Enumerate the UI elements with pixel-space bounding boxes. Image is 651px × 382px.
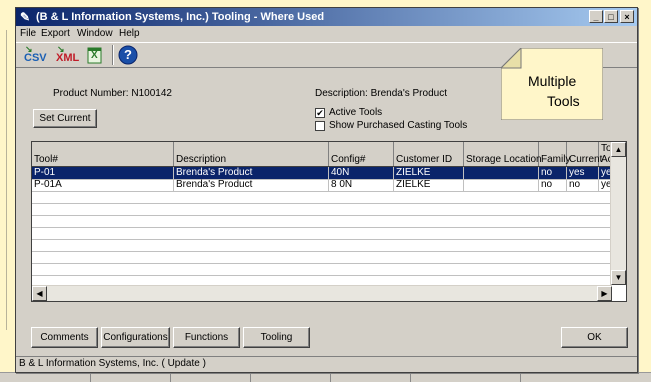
cell-current: no — [567, 179, 599, 191]
grid-body: P-01 Brenda's Product 40N ZIELKE no yes … — [32, 167, 617, 288]
ok-button[interactable]: OK — [561, 327, 628, 348]
export-csv-button[interactable]: ↘ CSV — [22, 44, 48, 65]
column-header-config[interactable]: Config# — [329, 142, 394, 166]
note-text-line2: Tools — [547, 93, 580, 109]
title-bar[interactable]: ✎ (B & L Information Systems, Inc.) Tool… — [16, 8, 637, 26]
scroll-right-icon[interactable]: ▶ — [597, 286, 612, 301]
cell-description: Brenda's Product — [174, 179, 329, 191]
export-excel-button[interactable]: X — [86, 45, 106, 65]
grid-header: Tool# Description Config# Customer ID St… — [32, 142, 626, 167]
functions-button[interactable]: Functions — [173, 327, 240, 348]
background-right-panel — [636, 0, 651, 381]
column-header-storage-location[interactable]: Storage Location — [464, 142, 542, 166]
configurations-button[interactable]: Configurations — [101, 327, 170, 348]
minimize-button[interactable]: _ — [589, 10, 603, 23]
window-title: (B & L Information Systems, Inc.) Toolin… — [36, 11, 325, 23]
menu-bar: File Export Window Help — [16, 26, 637, 41]
column-header-family[interactable]: Family — [539, 142, 570, 166]
cell-customer-id: ZIELKE — [394, 179, 464, 191]
cell-storage-location — [464, 167, 539, 179]
cell-family: no — [539, 167, 567, 179]
cell-tool: P-01 — [32, 167, 174, 179]
cell-config: 40N — [329, 167, 394, 179]
excel-label: X — [91, 50, 98, 61]
column-header-customer-id[interactable]: Customer ID — [394, 142, 464, 166]
status-text: B & L Information Systems, Inc. ( Update… — [19, 358, 206, 369]
note-text-line1: Multiple — [528, 73, 577, 89]
where-used-window: ✎ (B & L Information Systems, Inc.) Tool… — [15, 7, 638, 373]
help-glyph: ? — [124, 47, 132, 62]
menu-export[interactable]: Export — [41, 26, 70, 41]
menu-window[interactable]: Window — [77, 26, 113, 41]
csv-label: CSV — [24, 52, 47, 64]
product-number: Product Number: N100142 — [53, 88, 172, 99]
cell-description: Brenda's Product — [174, 167, 329, 179]
help-button[interactable]: ? — [118, 45, 140, 65]
column-header-tool[interactable]: Tool# — [32, 142, 174, 166]
show-purchased-label: Show Purchased Casting Tools — [329, 120, 468, 131]
app-pen-icon: ✎ — [20, 10, 31, 24]
horizontal-scrollbar[interactable]: ◀ ▶ — [32, 285, 612, 301]
product-description: Description: Brenda's Product — [315, 88, 447, 99]
active-tools-checkbox[interactable]: ✔ — [315, 108, 325, 118]
status-bar: B & L Information Systems, Inc. ( Update… — [16, 356, 637, 371]
cell-customer-id: ZIELKE — [394, 167, 464, 179]
export-xml-button[interactable]: ↘ XML — [54, 44, 80, 65]
column-header-description[interactable]: Description — [174, 142, 329, 166]
maximize-button[interactable]: □ — [604, 10, 618, 23]
comments-button[interactable]: Comments — [31, 327, 98, 348]
scroll-up-icon[interactable]: ▲ — [611, 142, 626, 157]
tooling-button[interactable]: Tooling — [243, 327, 310, 348]
set-current-button[interactable]: Set Current — [33, 109, 97, 128]
show-purchased-checkbox[interactable] — [315, 121, 325, 131]
close-button[interactable]: × — [620, 10, 634, 23]
scroll-left-icon[interactable]: ◀ — [32, 286, 47, 301]
cell-storage-location — [464, 179, 539, 191]
cell-tool: P-01A — [32, 179, 174, 191]
column-header-current[interactable]: Current — [567, 142, 602, 166]
cell-config: 8 0N — [329, 179, 394, 191]
background-edge — [6, 30, 13, 330]
xml-label: XML — [56, 52, 80, 64]
scroll-down-icon[interactable]: ▼ — [611, 270, 626, 285]
tools-grid: Tool# Description Config# Customer ID St… — [31, 141, 627, 302]
menu-help[interactable]: Help — [119, 26, 140, 41]
cell-current: yes — [567, 167, 599, 179]
toolbar-separator — [112, 45, 114, 65]
active-tools-label: Active Tools — [329, 107, 383, 118]
cell-family: no — [539, 179, 567, 191]
vertical-scrollbar[interactable]: ▲ ▼ — [610, 142, 626, 285]
callout-note: Multiple Tools — [501, 48, 603, 120]
